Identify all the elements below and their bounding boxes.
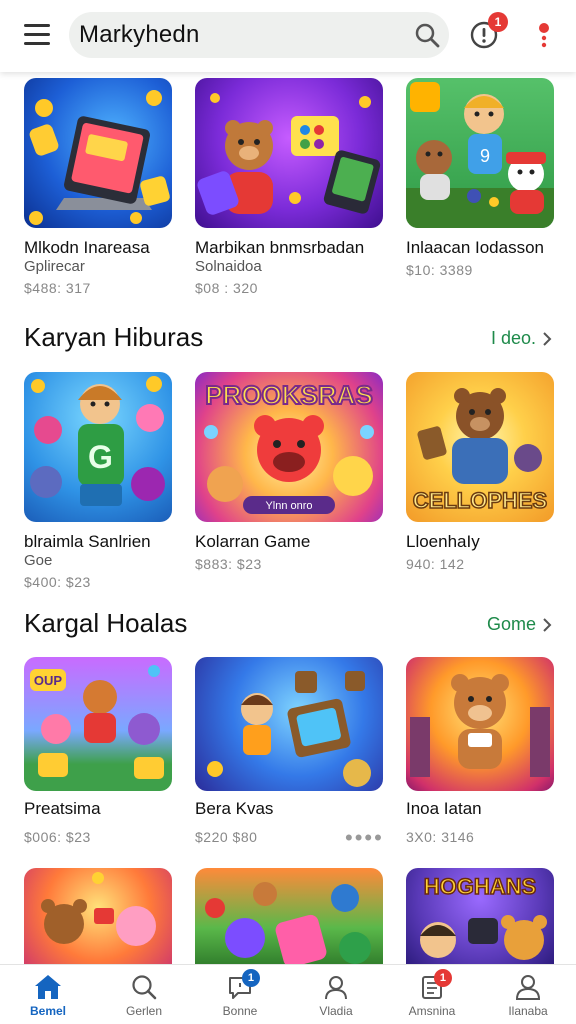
app-art-letter: G [88,439,113,475]
app-thumbnail [24,868,172,968]
search-icon[interactable] [405,13,449,57]
app-subtitle: Gplirecar [24,258,85,275]
app-card[interactable]: Inoa Iatan 3X0: 3146 [406,657,554,845]
top-app-bar: Markyhedn 1 [0,0,576,72]
app-price: $10: 3389 [406,262,473,278]
app-subtitle: Solnaidoa [195,258,262,275]
app-title: blraimla Sanlrien [24,532,151,551]
app-thumbnail: OUP [24,657,172,791]
more-options-button[interactable] [526,16,562,54]
section-title: Karyan Hiburas [24,322,204,352]
nav-item-search[interactable]: Gerlen [96,965,192,1024]
app-card[interactable]: 9 Inlaacan Iodasson $10: 3389 [406,78,554,278]
app-price: 940: 142 [406,556,465,572]
profile-icon [515,975,541,1000]
person-search-icon [325,976,347,1000]
nav-item-people[interactable]: Vladia [288,965,384,1024]
app-art-title: HOGHANS [424,874,536,899]
app-art-title: PROOKSRAS [205,380,373,410]
chevron-right-icon [543,331,552,346]
nav-item-messages[interactable]: 1 Bonne [192,965,288,1024]
alerts-button[interactable]: 1 [466,12,508,54]
app-price: $006: $23 [24,829,91,845]
menu-icon[interactable] [24,24,52,46]
alerts-badge: 1 [488,12,508,32]
app-art-caption: Ylnn onro [265,500,312,512]
app-subtitle: Goe [24,552,53,569]
app-card[interactable]: OUP Preatsima $006: $23 [24,657,172,845]
nav-label: Amsnina [408,1004,456,1018]
app-art-title: CELLOPHES [413,488,547,513]
app-title: Preatsima [24,799,101,818]
nav-badge: 1 [241,969,260,987]
section-more-link[interactable]: I deo. [491,328,552,349]
app-thumbnail: 9 [406,78,554,228]
app-price: $488: 317 [24,280,91,296]
nav-badge: 1 [433,969,452,987]
nav-item-home[interactable]: Bemel [0,965,96,1024]
app-price: $08 : 320 [195,280,258,296]
more-vert-icon [539,23,549,48]
app-thumbnail [195,868,383,968]
app-thumbnail: CELLOPHES [406,372,554,522]
app-thumbnail [195,78,383,228]
app-thumbnail [195,657,383,791]
app-title: Mlkodn Inareasa [24,238,150,257]
app-card[interactable]: HOGHANS [406,868,554,968]
app-price: $400: $23 [24,574,91,590]
app-card[interactable]: CELLOPHES LloenhaIy 940: 142 [406,372,554,572]
nav-item-profile[interactable]: Ilanaba [480,965,576,1024]
app-title: Inlaacan Iodasson [406,238,544,257]
svg-text:9: 9 [480,146,490,166]
app-price: $883: $23 [195,556,262,572]
nav-label: Ilanaba [508,1004,548,1018]
app-card[interactable]: G blraimla Sanlrien Goe $400: $23 [24,372,172,590]
search-icon [132,975,157,1000]
app-title: LloenhaIy [406,532,480,551]
nav-item-documents[interactable]: 1 Amsnina [384,965,480,1024]
home-icon [35,975,61,999]
app-title: Marbikan bnmsrbadan [195,238,365,257]
app-art-title: OUP [34,673,63,688]
app-card[interactable]: Marbikan bnmsrbadan Solnaidoa $08 : 320 [195,78,383,296]
more-dots-icon[interactable]: •••• [345,825,384,851]
app-card[interactable]: Mlkodn Inareasa Gplirecar $488: 317 [24,78,172,296]
app-title: Inoa Iatan [406,799,482,818]
app-thumbnail: HOGHANS [406,868,554,968]
app-card[interactable] [195,868,383,968]
section-more-link[interactable]: Gome [487,614,552,635]
app-price: 3X0: 3146 [406,829,475,845]
app-thumbnail [406,657,554,791]
section-more-label: I deo. [490,328,536,348]
app-card[interactable]: Bera Kvas $220 $80 •••• [195,657,383,850]
search-bar[interactable]: Markyhedn [69,12,449,58]
nav-label: Bemel [29,1004,67,1018]
nav-label: Bonne [222,1004,258,1018]
nav-label: Gerlen [125,1004,163,1018]
section-more-label: Gome [486,614,536,634]
app-card[interactable] [24,868,172,968]
app-title: Bera Kvas [195,799,274,818]
section-title: Kargal Hoalas [24,608,188,638]
app-thumbnail: G [24,372,172,522]
app-thumbnail: PROOKSRAS Ylnn onro [195,372,383,522]
nav-label: Vladia [319,1004,353,1018]
app-thumbnail [24,78,172,228]
bottom-navigation: Bemel Gerlen 1 Bonne Vladia 1 Amsnina Il… [0,964,576,1024]
chevron-right-icon [543,617,552,632]
search-input[interactable]: Markyhedn [79,21,405,49]
app-card[interactable]: PROOKSRAS Ylnn onro Kolarran Game $883: … [195,372,383,572]
app-title: Kolarran Game [195,532,311,551]
